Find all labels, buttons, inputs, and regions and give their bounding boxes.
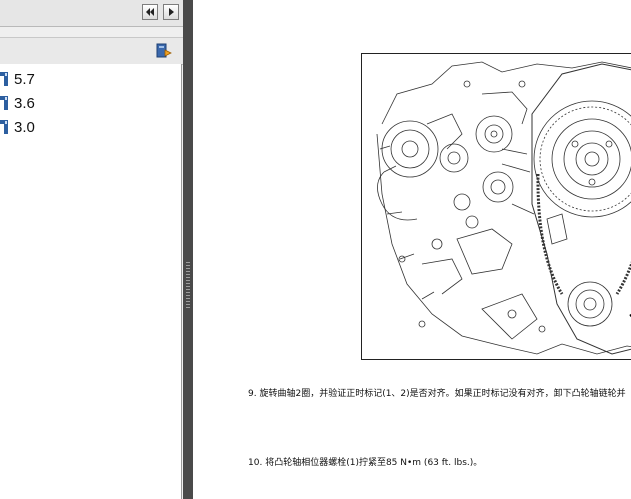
bookmark-toolbar xyxy=(0,37,183,65)
bookmark-icon xyxy=(0,120,8,134)
instruction-step: 9. 旋转曲轴2圈，并验证正时标记(1、2)是否对齐。如果正时标记没有对齐，卸下… xyxy=(248,386,626,399)
instruction-step: 10. 将凸轮轴相位器螺栓(1)拧紧至85 N•m (63 ft. lbs.)。 xyxy=(248,455,482,468)
step-text: 将凸轮轴相位器螺栓(1)拧紧至85 N•m (63 ft. lbs.)。 xyxy=(265,458,483,468)
bookmark-list: 5.7 3.6 3.0 xyxy=(0,64,182,499)
panel-header xyxy=(0,0,183,27)
engine-timing-diagram xyxy=(361,53,631,360)
navigation-panel: 5.7 3.6 3.0 xyxy=(0,0,183,499)
bookmark-options-icon xyxy=(156,43,172,58)
engine-line-drawing xyxy=(376,61,631,355)
bookmark-label: 3.0 xyxy=(14,118,35,136)
step-text: 旋转曲轴2圈，并验证正时标记(1、2)是否对齐。如果正时标记没有对齐，卸下凸轮轴… xyxy=(259,389,626,399)
bookmark-icon xyxy=(0,72,8,86)
panel-splitter[interactable] xyxy=(183,0,193,499)
step-number: 9. xyxy=(248,389,257,399)
bookmark-options-button[interactable] xyxy=(154,41,174,61)
splitter-grip[interactable] xyxy=(186,262,190,308)
right-arrow-icon xyxy=(169,8,174,16)
expand-panel-button[interactable] xyxy=(163,4,179,20)
bookmark-item[interactable]: 3.6 xyxy=(0,93,35,113)
collapse-panel-button[interactable] xyxy=(142,4,158,20)
bookmark-item[interactable]: 5.7 xyxy=(0,69,35,89)
step-number: 10. xyxy=(248,458,263,468)
double-left-arrow-icon xyxy=(146,8,154,16)
bookmark-label: 5.7 xyxy=(14,70,35,88)
bookmark-icon xyxy=(0,96,8,110)
bookmark-label: 3.6 xyxy=(14,94,35,112)
document-view[interactable]: 9. 旋转曲轴2圈，并验证正时标记(1、2)是否对齐。如果正时标记没有对齐，卸下… xyxy=(193,0,631,499)
bookmark-item[interactable]: 3.0 xyxy=(0,117,35,137)
